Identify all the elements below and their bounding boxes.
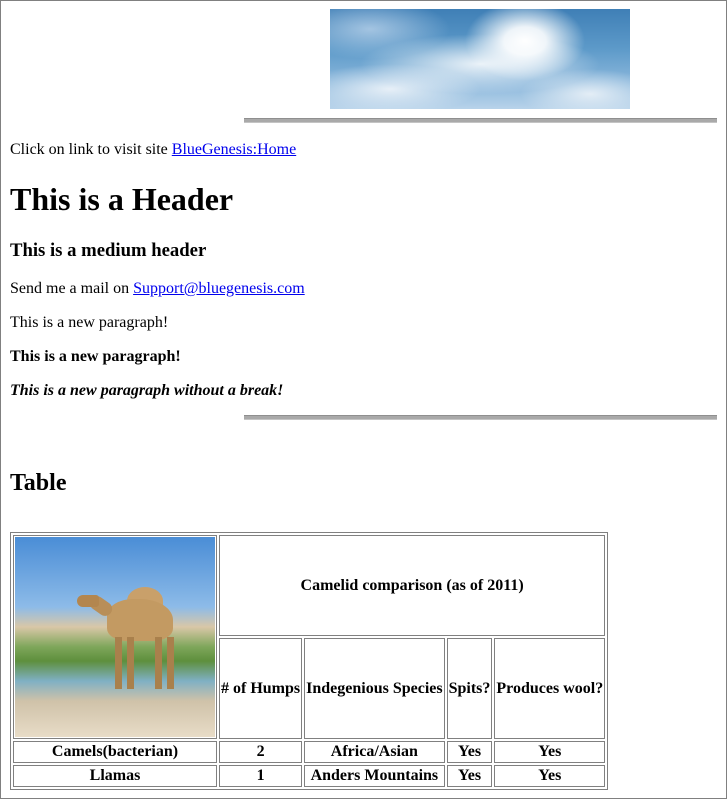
medium-header: This is a medium header [10, 240, 207, 261]
paragraph-plain: This is a new paragraph! [10, 314, 169, 331]
sky-banner-image [330, 9, 630, 109]
table-row: Camelid comparison (as of 2011) [13, 535, 606, 739]
table-cell: Africa/Asian [304, 741, 445, 763]
camelid-table: Camelid comparison (as of 2011) # of Hum… [10, 532, 609, 790]
column-header: Spits? [446, 638, 493, 739]
table-cell: Llamas [13, 765, 217, 787]
column-header: Indegenious Species [304, 638, 445, 739]
table-cell: Yes [494, 741, 606, 763]
mail-prefix: Send me a mail on [10, 280, 134, 297]
bluegenesis-home-link[interactable]: BlueGenesis:Home [172, 141, 296, 158]
table-row: Camels(bacterian) 2 Africa/Asian Yes Yes [13, 741, 606, 763]
table-caption-cell: Camelid comparison (as of 2011) [219, 535, 606, 636]
paragraph-bold: This is a new paragraph! [10, 348, 181, 365]
table-cell: Camels(bacterian) [13, 741, 217, 763]
column-header: Produces wool? [494, 638, 606, 739]
table-cell: Yes [446, 765, 493, 787]
support-email-link[interactable]: Support@bluegenesis.com [133, 280, 305, 297]
horizontal-rule [244, 118, 717, 123]
table-cell: Anders Mountains [304, 765, 445, 787]
horizontal-rule [244, 415, 717, 420]
table-heading: Table [10, 470, 67, 496]
page-header: This is a Header [10, 181, 234, 217]
camel-photo [15, 537, 215, 737]
column-header: # of Humps [219, 638, 303, 739]
site-link-paragraph: Click on link to visit site BlueGenesis:… [10, 141, 296, 159]
table-cell: 2 [219, 741, 303, 763]
paragraph-bold-italic: This is a new paragraph without a break! [10, 382, 284, 399]
table-cell: Yes [494, 765, 606, 787]
table-cell: 1 [219, 765, 303, 787]
site-link-prefix: Click on link to visit site [10, 141, 172, 158]
table-row: Llamas 1 Anders Mountains Yes Yes [13, 765, 606, 787]
table-cell: Yes [446, 741, 493, 763]
mail-paragraph: Send me a mail on Support@bluegenesis.co… [10, 280, 305, 298]
camel-image-cell [13, 535, 217, 739]
